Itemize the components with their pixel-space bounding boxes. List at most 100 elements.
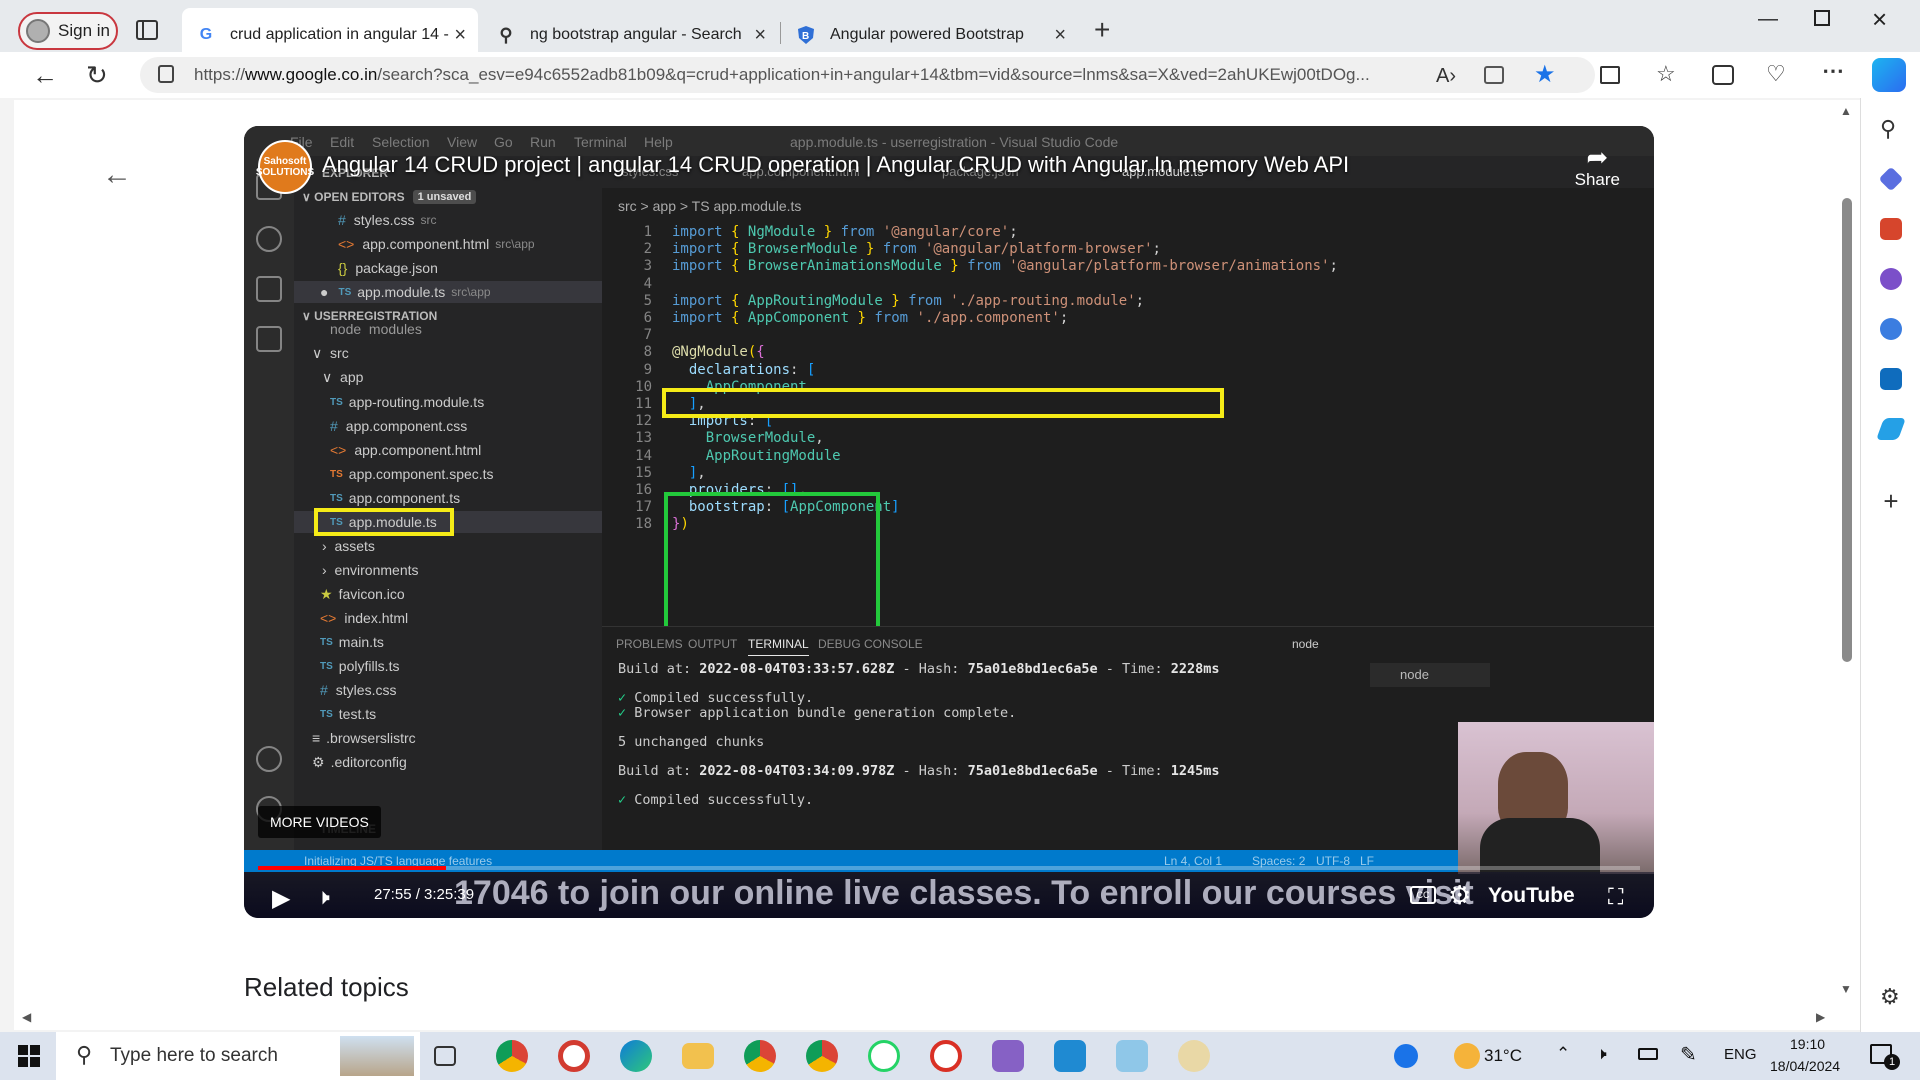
vscode-activity-bar bbox=[244, 156, 294, 856]
language-indicator[interactable]: ENG bbox=[1724, 1046, 1757, 1063]
volume-icon[interactable]: 🕨 bbox=[316, 884, 330, 910]
minimize-button[interactable]: — bbox=[1758, 8, 1778, 31]
sign-in-button[interactable]: Sign in bbox=[18, 12, 118, 50]
terminal-list-item: node bbox=[1370, 663, 1490, 687]
maximize-button[interactable] bbox=[1814, 10, 1830, 26]
youtube-logo[interactable]: YouTube bbox=[1488, 884, 1575, 908]
send-icon[interactable] bbox=[1875, 418, 1907, 440]
video-time: 27:55 / 3:25:39 bbox=[374, 886, 475, 903]
clock-time[interactable]: 19:10 bbox=[1790, 1036, 1825, 1052]
chevron-up-icon[interactable]: ⌃ bbox=[1556, 1044, 1570, 1064]
chrome-profile-r-icon[interactable] bbox=[744, 1040, 776, 1072]
windows-taskbar: ⚲ Type here to search 31°C ⌃ 🕨 ✎ ENG 19:… bbox=[0, 1032, 1920, 1080]
vscode-explorer: EXPLORER ∨ OPEN EDITORS 1 unsaved # styles… bbox=[294, 156, 602, 856]
gear-icon[interactable]: ⚙ bbox=[1880, 984, 1902, 1009]
more-videos-button[interactable]: MORE VIDEOS bbox=[258, 806, 381, 838]
browser-essentials-icon[interactable]: ♡ bbox=[1766, 61, 1786, 87]
close-window-button[interactable]: × bbox=[1872, 4, 1887, 35]
captions-icon[interactable]: CC bbox=[1410, 886, 1436, 904]
app-available-icon[interactable] bbox=[1484, 66, 1504, 84]
notification-count: 1 bbox=[1884, 1054, 1900, 1070]
search-icon[interactable]: ⚲ bbox=[1880, 116, 1902, 141]
url-bar[interactable]: https://www.google.co.in/search?sca_esv=… bbox=[140, 57, 1595, 93]
vscode-icon[interactable] bbox=[1054, 1040, 1086, 1072]
share-button[interactable]: ➦ Share bbox=[1575, 144, 1620, 190]
read-aloud-icon[interactable]: A› bbox=[1436, 65, 1456, 88]
split-screen-icon[interactable] bbox=[1600, 66, 1620, 84]
file-explorer-icon[interactable] bbox=[682, 1043, 714, 1069]
video-player[interactable]: File Edit Selection View Go Run Terminal… bbox=[244, 126, 1654, 918]
svg-text:B: B bbox=[802, 31, 809, 42]
favorites-icon[interactable]: ☆ bbox=[1656, 61, 1676, 87]
chrome-icon[interactable] bbox=[496, 1040, 528, 1072]
tree-item: › environments bbox=[322, 562, 419, 578]
help-icon[interactable] bbox=[1394, 1044, 1418, 1068]
app-icon[interactable] bbox=[1116, 1040, 1148, 1072]
line-number: 3 bbox=[643, 258, 652, 275]
close-icon[interactable]: × bbox=[1054, 24, 1066, 47]
tag-icon[interactable] bbox=[1878, 166, 1904, 192]
google-icon: G bbox=[199, 26, 213, 43]
terminal-name: node bbox=[1292, 637, 1319, 651]
close-icon[interactable]: × bbox=[454, 24, 466, 47]
new-tab-button[interactable]: + bbox=[1094, 14, 1110, 46]
tree-item: TS app-routing.module.ts bbox=[330, 394, 485, 410]
temperature: 31°C bbox=[1484, 1046, 1522, 1065]
back-arrow-icon[interactable]: ← bbox=[102, 158, 132, 192]
scroll-right-icon[interactable]: ▶ bbox=[1816, 1010, 1825, 1024]
sign-in-label: Sign in bbox=[58, 21, 110, 40]
whatsapp-icon[interactable] bbox=[868, 1040, 900, 1072]
clock-date[interactable]: 18/04/2024 bbox=[1770, 1058, 1840, 1074]
toolbox-icon[interactable] bbox=[1880, 218, 1902, 240]
add-icon[interactable]: + bbox=[1880, 488, 1902, 514]
chrome-profile-n-icon[interactable] bbox=[806, 1040, 838, 1072]
line-number: 9 bbox=[643, 361, 652, 378]
copilot-icon[interactable] bbox=[1872, 58, 1906, 92]
menu-go: Go bbox=[494, 134, 513, 150]
tree-item: ★ favicon.ico bbox=[320, 585, 405, 603]
source-control-icon bbox=[256, 226, 282, 252]
speaker-icon[interactable]: 🕨 bbox=[1596, 1044, 1607, 1064]
channel-logo[interactable]: Sahosoft SOLUTIONS bbox=[256, 140, 314, 194]
edge-icon[interactable] bbox=[620, 1040, 652, 1072]
favorite-star-icon[interactable]: ★ bbox=[1534, 60, 1556, 89]
refresh-button[interactable]: ↻ bbox=[86, 60, 108, 91]
video-progress-bar[interactable] bbox=[258, 866, 1640, 870]
play-icon[interactable]: ▶ bbox=[272, 884, 290, 913]
copilot-sidebar-icon[interactable] bbox=[1880, 318, 1902, 340]
scroll-left-icon[interactable]: ◀ bbox=[22, 1010, 31, 1024]
games-icon[interactable] bbox=[1880, 268, 1902, 290]
fullscreen-icon[interactable]: ⛶ bbox=[1608, 884, 1623, 910]
windows-start-icon[interactable] bbox=[18, 1045, 40, 1067]
settings-icon[interactable]: ⚙ bbox=[1448, 880, 1471, 911]
ticker-text: 17046 to join our online live classes. T… bbox=[454, 874, 1474, 912]
taskbar-search[interactable]: ⚲ Type here to search bbox=[56, 1032, 420, 1080]
paint-icon[interactable] bbox=[1178, 1040, 1210, 1072]
line-number: 17 bbox=[635, 499, 652, 516]
page-scrollbar[interactable] bbox=[1842, 198, 1852, 662]
weather-icon[interactable] bbox=[1454, 1043, 1480, 1069]
menu-view: View bbox=[447, 134, 478, 150]
menu-edit: Edit bbox=[330, 134, 355, 150]
close-icon[interactable]: × bbox=[754, 24, 766, 47]
search-icon: ⚲ bbox=[499, 24, 513, 45]
scroll-down-icon[interactable]: ▼ bbox=[1840, 982, 1852, 996]
visual-studio-icon[interactable] bbox=[992, 1040, 1024, 1072]
chrome-app-icon[interactable] bbox=[558, 1040, 590, 1072]
battery-icon[interactable] bbox=[1638, 1048, 1658, 1060]
tree-item: TS test.ts bbox=[320, 706, 377, 722]
outlook-icon[interactable] bbox=[1880, 368, 1902, 390]
collections-icon[interactable] bbox=[1712, 65, 1734, 85]
video-title[interactable]: Angular 14 CRUD project | angular 14 CRU… bbox=[322, 152, 1349, 178]
highlight-app-module-file bbox=[314, 508, 454, 536]
scroll-up-icon[interactable]: ▲ bbox=[1840, 104, 1852, 118]
pen-icon[interactable]: ✎ bbox=[1680, 1042, 1697, 1067]
task-view-icon[interactable] bbox=[434, 1046, 456, 1066]
tab-label: crud application in angular 14 - G bbox=[230, 26, 450, 43]
chrome-remote-icon[interactable] bbox=[930, 1040, 962, 1072]
search-placeholder: Type here to search bbox=[110, 1045, 278, 1066]
back-button[interactable]: ← bbox=[32, 60, 58, 91]
tab-actions-icon[interactable] bbox=[136, 20, 158, 40]
more-options-icon[interactable]: ⋯ bbox=[1822, 58, 1844, 84]
tree-item: TS app.component.ts bbox=[330, 490, 461, 506]
